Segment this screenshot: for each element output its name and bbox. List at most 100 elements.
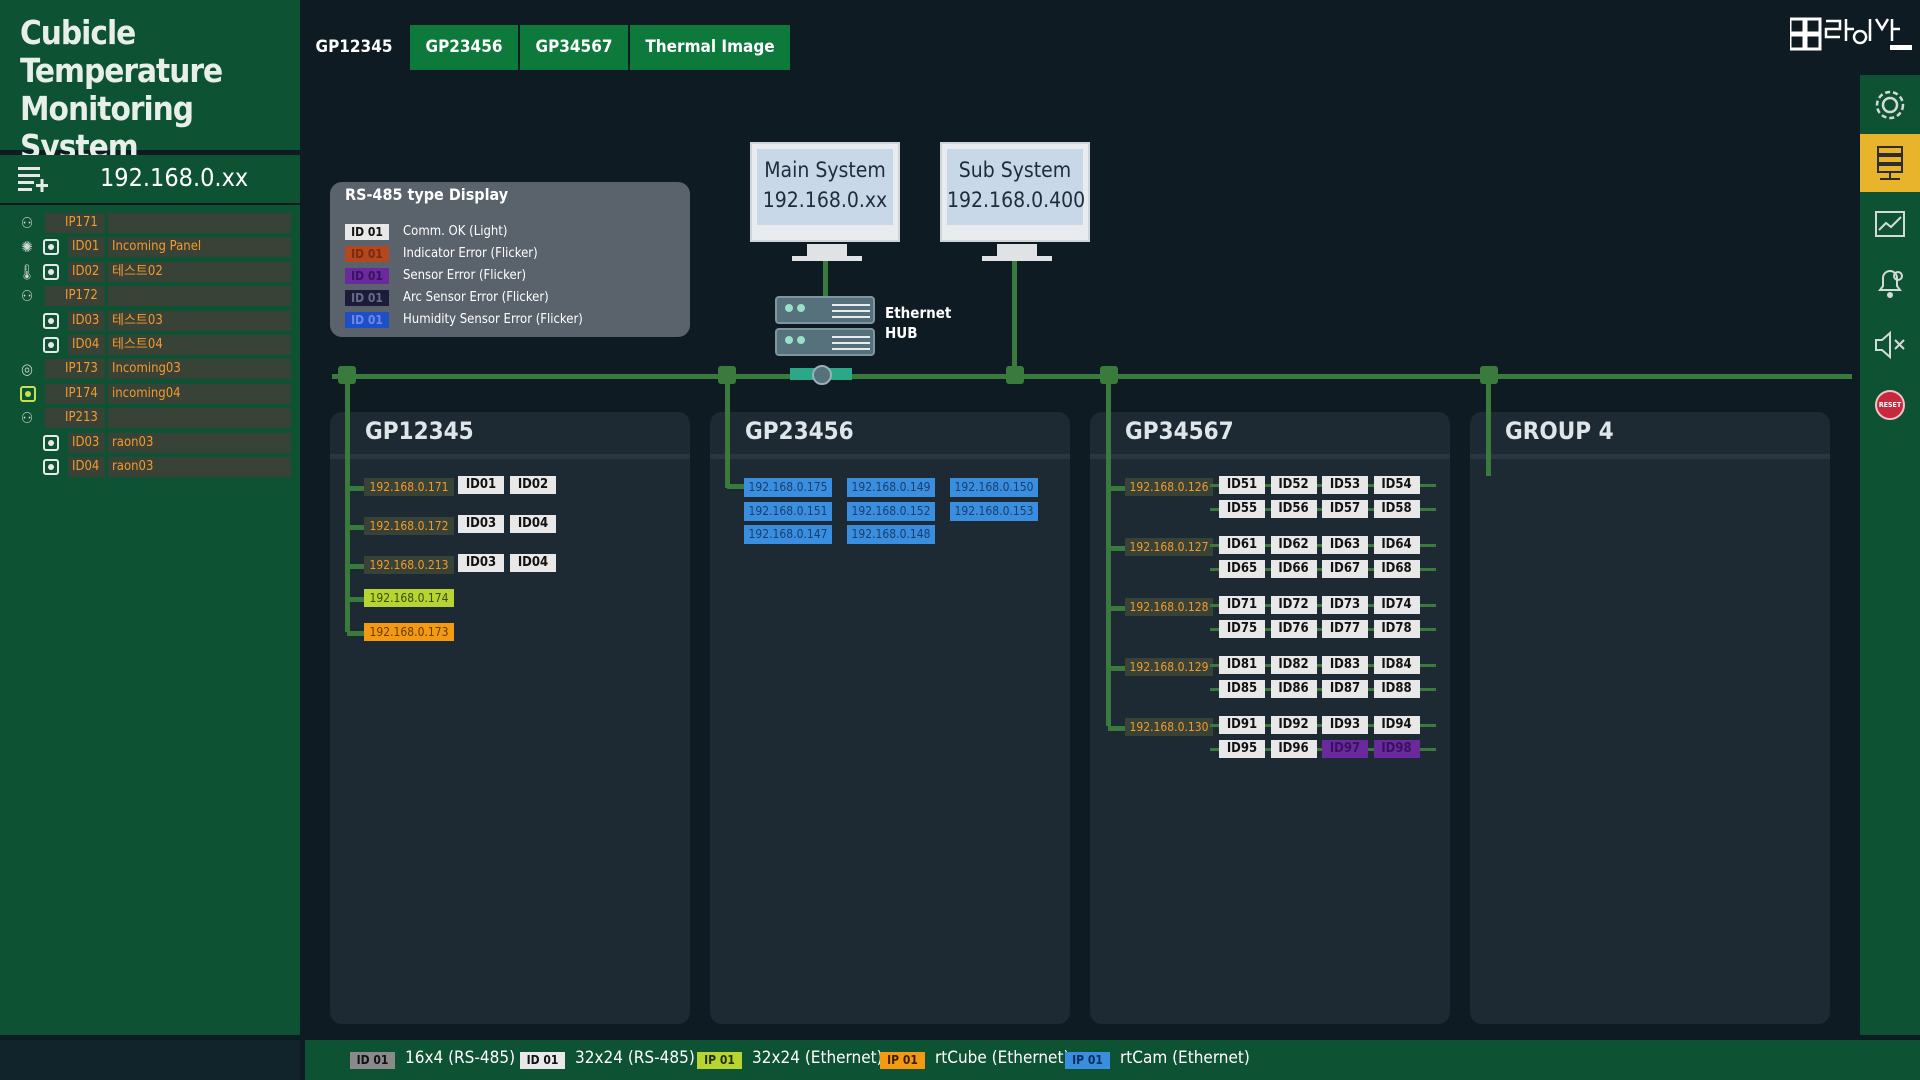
- id-chip[interactable]: ID65: [1219, 560, 1265, 578]
- camera-ip-chip[interactable]: 192.168.0.150: [950, 478, 1038, 497]
- tab-gp23456[interactable]: GP23456: [410, 25, 518, 70]
- id-chip[interactable]: ID72: [1270, 596, 1317, 614]
- id-chip[interactable]: ID67: [1322, 560, 1368, 578]
- camera-ip-chip[interactable]: 192.168.0.153: [950, 501, 1038, 521]
- ip-chip[interactable]: 192.168.0.213: [364, 556, 454, 574]
- raon-logo-icon: [1788, 15, 1912, 55]
- mute-icon[interactable]: [1860, 316, 1920, 374]
- tree-row[interactable]: ID03 테스트03: [0, 310, 300, 331]
- reset-button[interactable]: RESET: [1875, 390, 1905, 420]
- ip-chip[interactable]: 192.168.0.173: [364, 623, 454, 641]
- id-chip[interactable]: ID93: [1322, 716, 1368, 734]
- id-chip[interactable]: ID76: [1270, 620, 1317, 638]
- tree-row[interactable]: ID03 raon03: [0, 432, 300, 453]
- tree-row[interactable]: ID04 테스트04: [0, 335, 300, 355]
- id-chip[interactable]: ID51: [1219, 476, 1265, 494]
- id-chip[interactable]: ID82: [1270, 656, 1317, 674]
- id-chip[interactable]: ID83: [1322, 656, 1368, 674]
- id-chip[interactable]: ID85: [1219, 680, 1265, 698]
- id-chip[interactable]: ID68: [1373, 560, 1420, 578]
- id-chip[interactable]: ID97: [1322, 740, 1368, 758]
- chart-icon[interactable]: [1860, 196, 1920, 254]
- id-chip[interactable]: ID74: [1373, 596, 1420, 614]
- branch-line: [347, 597, 365, 602]
- camera-ip-chip[interactable]: 192.168.0.175: [744, 478, 832, 497]
- tab-gp34567[interactable]: GP34567: [520, 25, 628, 70]
- ip-chip[interactable]: 192.168.0.127: [1125, 538, 1213, 556]
- id-chip[interactable]: ID88: [1373, 680, 1420, 698]
- id-chip[interactable]: ID84: [1373, 656, 1420, 674]
- id-chip[interactable]: ID58: [1373, 500, 1420, 518]
- id-chip[interactable]: ID03: [458, 515, 504, 533]
- id-chip[interactable]: ID54: [1373, 476, 1420, 494]
- id-chip[interactable]: ID95: [1219, 740, 1265, 758]
- id-chip[interactable]: ID57: [1322, 500, 1368, 518]
- id-chip[interactable]: ID61: [1219, 536, 1265, 554]
- list-add-icon[interactable]: [18, 165, 48, 193]
- tree-row[interactable]: ◎ IP173 Incoming03: [0, 359, 300, 380]
- id-chip[interactable]: ID66: [1270, 560, 1317, 578]
- tree-row-id: IP172: [45, 286, 105, 307]
- id-chip[interactable]: ID56: [1270, 500, 1317, 518]
- id-chip[interactable]: ID71: [1219, 596, 1265, 614]
- id-chip[interactable]: ID73: [1322, 596, 1368, 614]
- id-chip[interactable]: ID01: [458, 476, 504, 494]
- sub-system-ip: 192.168.0.400: [947, 188, 1086, 212]
- id-chip[interactable]: ID55: [1219, 500, 1265, 518]
- camera-ip-chip[interactable]: 192.168.0.148: [847, 525, 935, 544]
- ip-chip[interactable]: 192.168.0.172: [364, 517, 454, 535]
- id-chip[interactable]: ID92: [1270, 716, 1317, 734]
- id-chip[interactable]: ID78: [1373, 620, 1420, 638]
- id-chip[interactable]: ID62: [1270, 536, 1317, 554]
- ip-chip[interactable]: 192.168.0.174: [364, 589, 454, 607]
- id-chip[interactable]: ID04: [510, 554, 556, 572]
- legend-chip: ID 01: [345, 268, 389, 284]
- id-chip[interactable]: ID87: [1322, 680, 1368, 698]
- main-system-ip: 192.168.0.xx: [762, 188, 888, 212]
- tree-row[interactable]: ID04 raon03: [0, 457, 300, 477]
- id-chip[interactable]: ID64: [1373, 536, 1420, 554]
- tree-row[interactable]: ⚇ IP213: [0, 408, 300, 429]
- id-chip[interactable]: ID52: [1270, 476, 1317, 494]
- id-chip[interactable]: ID96: [1270, 740, 1317, 758]
- device-icon: [43, 459, 59, 475]
- id-chip[interactable]: ID91: [1219, 716, 1265, 734]
- ip-chip[interactable]: 192.168.0.129: [1125, 658, 1213, 676]
- ip-chip[interactable]: 192.168.0.128: [1125, 598, 1213, 616]
- server-icon[interactable]: [1860, 134, 1920, 192]
- tree-row[interactable]: 🌡 ID02 테스트02: [0, 261, 300, 282]
- id-chip[interactable]: ID63: [1322, 536, 1368, 554]
- tree-row[interactable]: ✺ ID01 Incoming Panel: [0, 237, 300, 258]
- main-system-monitor[interactable]: Main System 192.168.0.xx: [750, 142, 900, 261]
- camera-ip-chip[interactable]: 192.168.0.151: [744, 501, 832, 521]
- tree-row[interactable]: IP174 incoming04: [0, 383, 300, 404]
- ip-chip[interactable]: 192.168.0.126: [1125, 478, 1213, 496]
- group-title: GROUP 4: [1505, 417, 1614, 445]
- id-chip[interactable]: ID75: [1219, 620, 1265, 638]
- id-chip[interactable]: ID53: [1322, 476, 1368, 494]
- ip-chip[interactable]: 192.168.0.171: [364, 478, 454, 496]
- tree-row-id: ID03: [68, 432, 105, 453]
- tab-thermal-image[interactable]: Thermal Image: [630, 25, 790, 70]
- id-chip[interactable]: ID02: [510, 476, 556, 494]
- id-chip[interactable]: ID98: [1373, 740, 1420, 758]
- tree-row[interactable]: ⚇ IP172: [0, 286, 300, 307]
- ip-chip[interactable]: 192.168.0.130: [1125, 718, 1213, 736]
- id-chip[interactable]: ID94: [1373, 716, 1420, 734]
- tab-gp12345[interactable]: GP12345: [300, 25, 408, 70]
- camera-ip-chip[interactable]: 192.168.0.152: [847, 501, 935, 521]
- id-chip[interactable]: ID77: [1322, 620, 1368, 638]
- id-chip[interactable]: ID03: [458, 554, 504, 572]
- tree-row[interactable]: ⚇ IP171: [0, 213, 300, 233]
- alarm-settings-icon[interactable]: [1860, 256, 1920, 314]
- id-chip[interactable]: ID04: [510, 515, 556, 533]
- group-panel-group4: GROUP 4: [1470, 412, 1830, 1024]
- camera-ip-chip[interactable]: 192.168.0.147: [744, 525, 832, 544]
- footer-text: 32x24 (RS-485): [575, 1048, 695, 1068]
- device-icon: [43, 312, 59, 329]
- camera-ip-chip[interactable]: 192.168.0.149: [847, 478, 935, 497]
- id-chip[interactable]: ID86: [1270, 680, 1317, 698]
- gear-icon[interactable]: [1860, 76, 1920, 134]
- sub-system-monitor[interactable]: Sub System 192.168.0.400: [940, 142, 1090, 261]
- id-chip[interactable]: ID81: [1219, 656, 1265, 674]
